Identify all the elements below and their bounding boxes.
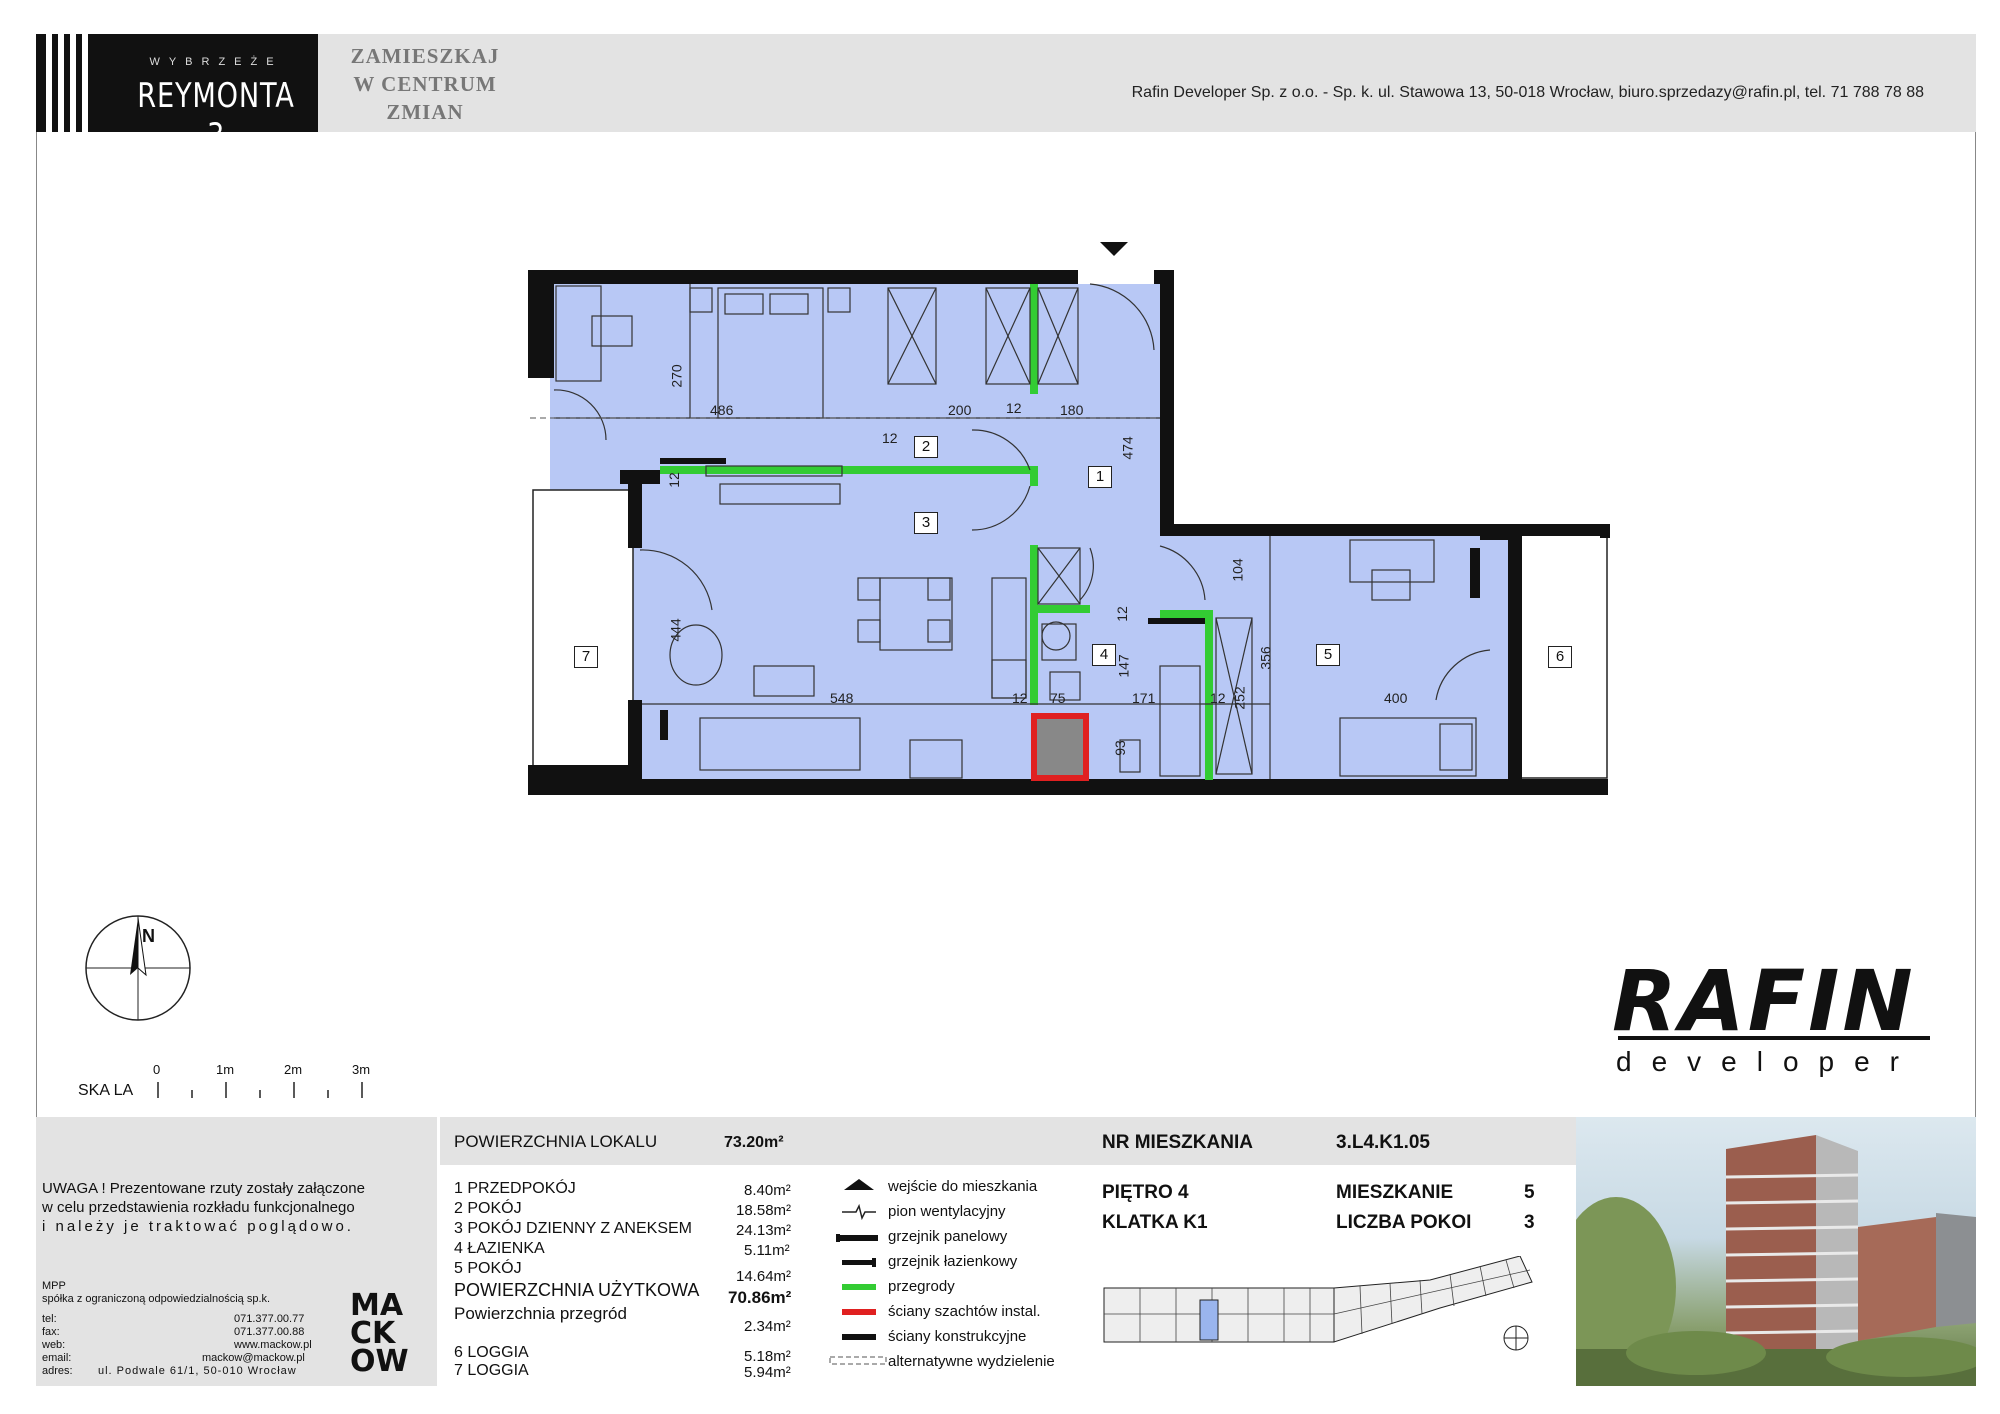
- compass-north-label: N: [142, 926, 155, 946]
- legend-alternative: alternatywne wydzielenie: [888, 1353, 1055, 1370]
- mpp-tel: 071.377.00.77: [234, 1313, 305, 1325]
- legend-symbols: [829, 1179, 887, 1365]
- dim-label: 474: [1119, 436, 1136, 460]
- building-photo: [1576, 1117, 1976, 1386]
- room-2-area: 18.58m²: [736, 1202, 792, 1219]
- mpp-address-label: adres:: [42, 1365, 73, 1377]
- room-number-6: 6: [1548, 646, 1572, 668]
- partition-area-value: 2.34m²: [744, 1318, 791, 1335]
- legend-shaft-walls: ściany szachtów instal.: [888, 1303, 1041, 1320]
- loggia-6-area: 5.18m²: [744, 1348, 791, 1365]
- entrance-marker: [1100, 242, 1128, 256]
- dim-label: 12: [1210, 690, 1226, 706]
- dim-label: 171: [1132, 690, 1156, 706]
- dim-label: 12: [1006, 400, 1022, 416]
- room-1-name: 1 PRZEDPOKÓJ: [454, 1180, 576, 1197]
- mpp-fax-label: fax:: [42, 1326, 60, 1338]
- room-4-area: 5.11m²: [744, 1242, 790, 1259]
- dim-label: 12: [882, 430, 898, 446]
- usable-area-label: POWIERZCHNIA UŻYTKOWA: [454, 1280, 700, 1300]
- usable-area-value: 70.86m²: [728, 1288, 792, 1307]
- flat-value: 5: [1524, 1182, 1535, 1203]
- legend-panel-radiator: grzejnik panelowy: [888, 1228, 1008, 1245]
- rafin-logo-rule: [1618, 1036, 1930, 1040]
- dim-label: 93: [1111, 740, 1128, 756]
- room-number-2: 2: [914, 436, 938, 458]
- room-1-area: 8.40m²: [744, 1182, 791, 1199]
- scale-tick-2m: 2m: [284, 1062, 303, 1077]
- note-line-1: UWAGA ! Prezentowane rzuty zostały załąc…: [42, 1180, 365, 1197]
- mpp-email: mackow@mackow.pl: [202, 1352, 305, 1364]
- apartment-number-value: 3.L4.K1.05: [1336, 1132, 1430, 1153]
- flat-label: MIESZKANIE: [1336, 1182, 1454, 1203]
- dim-label: 75: [1050, 690, 1066, 706]
- divider: [437, 1117, 440, 1386]
- dim-label: 252: [1231, 686, 1248, 710]
- scale-tick-3m: 3m: [352, 1062, 371, 1077]
- scale-tick-0: 0: [153, 1062, 161, 1077]
- total-area-label: POWIERZCHNIA LOKALU: [454, 1132, 658, 1151]
- dim-label: 12: [1113, 606, 1130, 622]
- room-5-area: 14.64m²: [736, 1268, 792, 1285]
- room-number-3: 3: [914, 512, 938, 534]
- mpp-fax: 071.377.00.88: [234, 1326, 305, 1338]
- room-number-1: 1: [1088, 466, 1112, 488]
- mpp-web: www.mackow.pl: [234, 1339, 312, 1351]
- room-3-name: 3 POKÓJ DZIENNY Z ANEKSEM: [454, 1220, 692, 1237]
- dim-label: 270: [668, 364, 685, 388]
- floor-label: PIĘTRO 4: [1102, 1182, 1189, 1203]
- loggia-6-name: 6 LOGGIA: [454, 1344, 529, 1361]
- dim-label: 104: [1229, 558, 1246, 582]
- building-key-plan: [1103, 1256, 1533, 1351]
- apartment-number-label: NR MIESZKANIA: [1102, 1132, 1253, 1153]
- note-line-3: i należy je traktować poglądowo.: [42, 1218, 354, 1235]
- scale-bar: [157, 1082, 363, 1098]
- dim-label: 12: [1012, 690, 1028, 706]
- dim-label: 147: [1115, 654, 1132, 678]
- dim-label: 400: [1384, 690, 1408, 706]
- shaft: [1031, 713, 1089, 781]
- legend-bath-radiator: grzejnik łazienkowy: [888, 1253, 1018, 1270]
- mpp-web-label: web:: [42, 1339, 66, 1351]
- rafin-logo-subtitle: developer: [1616, 1046, 1919, 1077]
- room-2-name: 2 POKÓJ: [454, 1200, 522, 1217]
- dim-label: 356: [1257, 646, 1274, 670]
- scale-tick-1m: 1m: [216, 1062, 235, 1077]
- dim-label: 12: [665, 472, 682, 488]
- mpp-desc: spółka z ograniczoną odpowiedzialnością …: [42, 1293, 271, 1305]
- total-area-value: 73.20m²: [724, 1134, 784, 1151]
- dim-label: 180: [1060, 402, 1084, 418]
- compass-rose: [85, 915, 191, 1021]
- mpp-company: MPP: [42, 1280, 66, 1292]
- dim-label: 200: [948, 402, 972, 418]
- mpp-email-label: email:: [42, 1352, 72, 1364]
- room-number-5: 5: [1316, 644, 1340, 666]
- scale-label: SKA LA: [78, 1082, 134, 1099]
- dim-label: 444: [667, 618, 684, 642]
- staircase-label: KLATKA K1: [1102, 1212, 1208, 1233]
- room-number-4: 4: [1092, 644, 1116, 666]
- legend-partitions: przegrody: [888, 1278, 955, 1295]
- legend-structural-walls: ściany konstrukcyjne: [888, 1328, 1027, 1345]
- room-3-area: 24.13m²: [736, 1222, 792, 1239]
- mpp-tel-label: tel:: [42, 1313, 57, 1325]
- note-line-2: w celu przedstawienia rozkładu funkcjona…: [42, 1199, 355, 1216]
- rooms-count-label: LICZBA POKOI: [1336, 1212, 1472, 1233]
- room-5-name: 5 POKÓJ: [454, 1260, 522, 1277]
- room-number-7: 7: [574, 646, 598, 668]
- loggia-7-name: 7 LOGGIA: [454, 1362, 529, 1379]
- rooms-count-value: 3: [1524, 1212, 1535, 1233]
- dim-label: 548: [830, 690, 854, 706]
- partition-area-label: Powierzchnia przegród: [454, 1304, 627, 1323]
- legend-vent: pion wentylacyjny: [888, 1203, 1006, 1220]
- mpp-address: ul. Podwale 61/1, 50-010 Wrocław: [98, 1365, 297, 1377]
- mackow-logo: MA CK OW: [350, 1288, 409, 1379]
- legend-entry: wejście do mieszkania: [888, 1178, 1038, 1195]
- loggia-7-area: 5.94m²: [744, 1364, 791, 1381]
- room-4-name: 4 ŁAZIENKA: [454, 1240, 545, 1257]
- dim-label: 486: [710, 402, 734, 418]
